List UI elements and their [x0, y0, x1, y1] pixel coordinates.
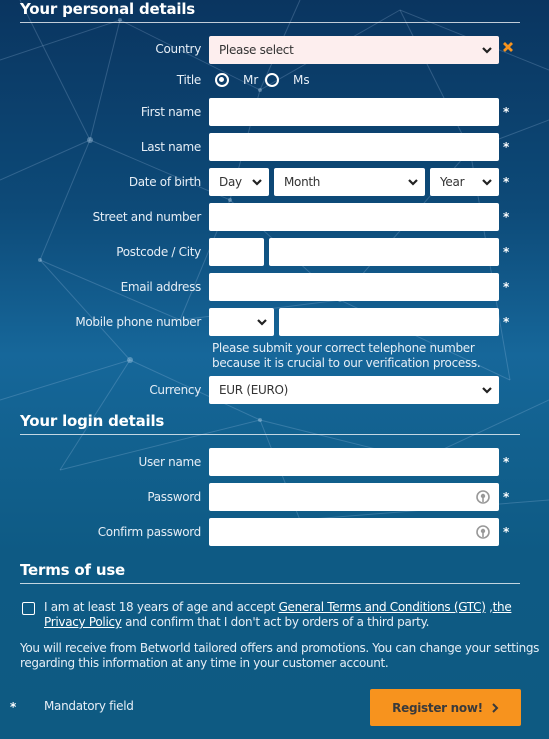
section-title-personal: Your personal details: [20, 0, 196, 18]
show-password-icon[interactable]: [475, 489, 491, 505]
country-select[interactable]: Please select: [209, 36, 499, 64]
email-label: Email address: [120, 280, 202, 294]
city-input[interactable]: [269, 238, 499, 266]
currency-select[interactable]: EUR (EURO): [209, 376, 499, 404]
mobile-input[interactable]: [279, 308, 499, 336]
last-name-input[interactable]: [209, 133, 499, 161]
dob-month-select[interactable]: Month: [274, 168, 425, 196]
error-x-icon: [503, 42, 513, 52]
currency-select-value: EUR (EURO): [219, 383, 289, 397]
terms-prefix: I am at least 18 years of age and accept: [44, 600, 279, 614]
confirm-password-input[interactable]: [209, 518, 499, 546]
required-marker: *: [503, 105, 510, 119]
required-marker: *: [503, 210, 510, 224]
mandatory-field-label: Mandatory field: [44, 699, 134, 713]
postcode-city-label: Postcode / City: [116, 245, 201, 259]
title-option-ms: Ms: [293, 73, 310, 87]
mandatory-star-icon: *: [10, 700, 17, 714]
username-input[interactable]: [209, 448, 499, 476]
register-button[interactable]: Register now!: [370, 689, 521, 726]
section-divider: [20, 583, 520, 584]
mobile-label: Mobile phone number: [75, 315, 201, 329]
postcode-input[interactable]: [209, 238, 264, 266]
offers-notice: You will receive from Betworld tailored …: [20, 641, 540, 670]
required-marker: *: [503, 455, 510, 469]
title-label: Title: [176, 73, 202, 87]
required-marker: *: [503, 525, 510, 539]
chevron-down-icon: [482, 47, 492, 54]
dob-year-value: Year: [440, 175, 465, 189]
dob-day-value: Day: [219, 175, 242, 189]
required-marker: *: [503, 140, 510, 154]
chevron-right-icon: [492, 702, 499, 713]
street-label: Street and number: [92, 210, 202, 224]
password-input[interactable]: [209, 483, 499, 511]
username-label: User name: [138, 455, 202, 469]
terms-checkbox[interactable]: [22, 602, 35, 615]
email-input[interactable]: [209, 273, 499, 301]
dob-day-select[interactable]: Day: [209, 168, 269, 196]
section-divider: [20, 434, 520, 435]
chevron-down-icon: [482, 179, 492, 186]
chevron-down-icon: [252, 179, 262, 186]
chevron-down-icon: [482, 387, 492, 394]
terms-separator: ,: [485, 600, 493, 614]
title-option-mr: Mr: [243, 73, 259, 87]
dob-year-select[interactable]: Year: [430, 168, 499, 196]
confirm-password-label: Confirm password: [97, 525, 202, 539]
country-select-value: Please select: [219, 43, 294, 57]
first-name-input[interactable]: [209, 98, 499, 126]
mobile-prefix-select[interactable]: [209, 308, 274, 336]
required-marker: *: [503, 280, 510, 294]
chevron-down-icon: [408, 179, 418, 186]
first-name-label: First name: [140, 105, 201, 119]
required-marker: *: [503, 175, 510, 189]
password-label: Password: [147, 490, 201, 504]
country-label: Country: [155, 42, 201, 56]
terms-text: I am at least 18 years of age and accept…: [44, 600, 514, 630]
currency-label: Currency: [149, 383, 201, 397]
last-name-label: Last name: [140, 140, 201, 154]
registration-form: Your personal details Country Please sel…: [0, 0, 549, 739]
register-button-label: Register now!: [392, 700, 483, 715]
required-marker: *: [503, 245, 510, 259]
street-input[interactable]: [209, 203, 499, 231]
section-title-login: Your login details: [20, 412, 165, 430]
section-divider: [20, 22, 520, 23]
title-radio-mr[interactable]: [215, 73, 229, 87]
title-radio-ms[interactable]: [265, 73, 279, 87]
dob-month-value: Month: [284, 175, 321, 189]
mobile-hint: Please submit your correct telephone num…: [212, 341, 481, 370]
show-password-icon[interactable]: [475, 524, 491, 540]
chevron-down-icon: [257, 319, 267, 326]
dob-label: Date of birth: [128, 175, 201, 189]
required-marker: *: [503, 490, 510, 504]
required-marker: *: [503, 315, 510, 329]
gtc-link[interactable]: General Terms and Conditions (GTC): [279, 600, 486, 614]
section-title-terms: Terms of use: [20, 561, 126, 579]
terms-suffix: and confirm that I don't act by orders o…: [121, 615, 430, 629]
